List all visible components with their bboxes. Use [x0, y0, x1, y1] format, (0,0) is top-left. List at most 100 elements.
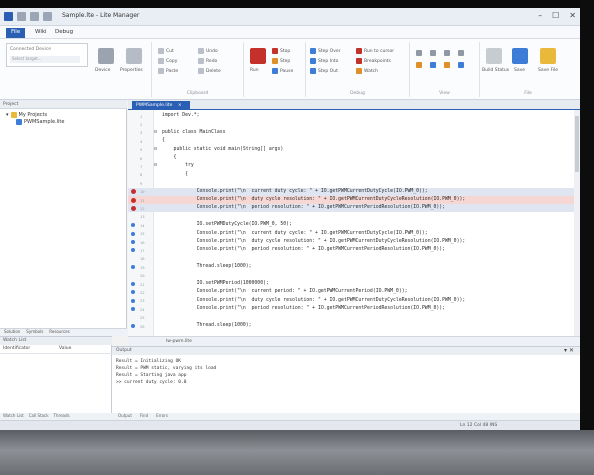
redo-button[interactable]: Redo	[198, 58, 217, 64]
tab-resources[interactable]: Resources	[49, 329, 69, 336]
device-button[interactable]: Device	[95, 68, 110, 73]
stop-button[interactable]: Stop	[272, 48, 290, 54]
code-line[interactable]: 10 Console.print("\n current duty cycle:…	[128, 187, 580, 196]
code-line[interactable]: 6 {	[128, 154, 580, 162]
column-value[interactable]: Value	[56, 346, 112, 353]
code-line[interactable]: ⊟ 5 public static void main(String[] args…	[128, 146, 580, 154]
cut-button[interactable]: Cut	[158, 48, 174, 54]
editor-scrollbar[interactable]	[574, 110, 580, 336]
bookmark-marker-icon[interactable]	[131, 248, 135, 253]
open-file-icon[interactable]	[30, 12, 39, 21]
code-line[interactable]: 19 Thread.sleep(1000);	[128, 263, 580, 271]
properties-icon[interactable]	[126, 48, 142, 64]
bookmark-icon[interactable]	[444, 62, 450, 68]
bookmark-marker-icon[interactable]	[131, 223, 135, 228]
copy-button[interactable]: Copy	[158, 58, 177, 64]
code-line[interactable]: 13	[128, 213, 580, 221]
expand-icon[interactable]: ▾	[6, 112, 9, 118]
save-button[interactable]: Save	[514, 68, 525, 73]
code-line[interactable]: 1 import Dev.*;	[128, 112, 580, 120]
tab-debug[interactable]: Debug	[50, 28, 78, 38]
save-large-icon[interactable]	[512, 48, 528, 64]
code-line[interactable]: ⊟ 3 public class MainClass	[128, 129, 580, 137]
paste-button[interactable]: Paste	[158, 68, 178, 74]
save-icon[interactable]	[43, 12, 52, 21]
code-line[interactable]: 14 IO.setPWMDutyCycle(IO.PWM_0, 50);	[128, 221, 580, 229]
panel-icon[interactable]	[458, 50, 464, 56]
delete-button[interactable]: Delete	[198, 68, 221, 74]
code-area[interactable]: 1 import Dev.*; 2 ⊟ 3 public class MainClass 4…	[128, 110, 580, 336]
tab-solution[interactable]: Solution	[4, 329, 20, 336]
split-icon[interactable]	[430, 50, 436, 56]
fold-icon[interactable]: ⊟	[154, 146, 157, 152]
breakpoint-icon[interactable]	[131, 205, 136, 211]
editor-tab-active[interactable]: PWMSample.lite ×	[132, 101, 190, 110]
watch-button[interactable]: Watch	[356, 68, 378, 74]
run-to-cursor-button[interactable]: Run to cursor	[356, 48, 394, 54]
code-line[interactable]: 9	[128, 179, 580, 187]
code-line[interactable]: 23 Console.print("\n duty cycle resoluti…	[128, 297, 580, 305]
bookmark-marker-icon[interactable]	[131, 265, 135, 270]
code-line[interactable]: 15 Console.print("\n current duty cycle:…	[128, 230, 580, 238]
minimize-button[interactable]: –	[538, 11, 542, 20]
step-button[interactable]: Step	[272, 58, 290, 64]
code-line[interactable]: 16 Console.print("\n duty cycle resoluti…	[128, 238, 580, 246]
tree-item-file[interactable]: PWMSample.lite	[16, 119, 64, 125]
save-file-button[interactable]: Save File	[538, 68, 558, 73]
window-icon[interactable]	[444, 50, 450, 56]
pause-button[interactable]: Pause	[272, 68, 293, 74]
code-line[interactable]: 17 Console.print("\n period resolution: …	[128, 246, 580, 254]
step-into-button[interactable]: Step Into	[310, 58, 338, 64]
code-line[interactable]: 24 Console.print("\n period resolution: …	[128, 305, 580, 313]
fold-icon[interactable]: ⊟	[154, 162, 157, 168]
tab-second-file[interactable]: lw-pwm.lite	[166, 339, 192, 344]
code-line[interactable]: 21 IO.setPWMPeriod(1000000);	[128, 280, 580, 288]
device-value[interactable]: Select target...	[10, 56, 80, 63]
highlight-icon[interactable]	[416, 62, 422, 68]
breakpoint-icon[interactable]	[131, 189, 136, 195]
build-status-icon[interactable]	[486, 48, 502, 64]
code-line[interactable]: 8 {	[128, 171, 580, 179]
pane-pin-icon[interactable]: ▾ ✕	[564, 347, 574, 354]
properties-button[interactable]: Properties	[120, 68, 143, 73]
code-line[interactable]: 18	[128, 255, 580, 263]
code-line[interactable]: 12 Console.print("\n period resolution: …	[128, 204, 580, 213]
bookmark-marker-icon[interactable]	[131, 324, 135, 328]
step-out-button[interactable]: Step Out	[310, 68, 338, 74]
breakpoint-icon[interactable]	[131, 197, 136, 203]
maximize-button[interactable]: ☐	[552, 11, 559, 20]
layout-icon[interactable]	[416, 50, 422, 56]
code-line[interactable]: 4{	[128, 137, 580, 145]
column-identificator[interactable]: Identificator	[0, 346, 56, 353]
find-icon[interactable]	[458, 62, 464, 68]
code-line[interactable]: 22 Console.print("\n current period: " +…	[128, 288, 580, 296]
tab-file[interactable]: File	[6, 28, 26, 38]
bookmark-marker-icon[interactable]	[131, 282, 135, 286]
device-selector[interactable]: Connected Device Select target...	[6, 43, 88, 67]
bookmark-marker-icon[interactable]	[131, 307, 135, 312]
tree-item-root[interactable]: ▾ My Projects	[6, 112, 47, 118]
zoom-icon[interactable]	[430, 62, 436, 68]
fold-icon[interactable]: ⊟	[154, 129, 157, 135]
tab-symbols[interactable]: Symbols	[26, 329, 43, 336]
bookmark-marker-icon[interactable]	[131, 240, 135, 244]
breakpoints-button[interactable]: Breakpoints	[356, 58, 391, 64]
device-icon[interactable]	[98, 48, 114, 64]
run-icon[interactable]	[250, 48, 266, 64]
close-tab-icon[interactable]: ×	[178, 103, 182, 108]
close-button[interactable]: ✕	[569, 11, 576, 20]
undo-button[interactable]: Undo	[198, 48, 218, 54]
run-button[interactable]: Run	[250, 68, 259, 73]
bookmark-marker-icon[interactable]	[131, 298, 135, 303]
scrollbar-thumb[interactable]	[575, 116, 579, 172]
code-line[interactable]: 20	[128, 272, 580, 280]
code-line[interactable]: 11 Console.print("\n duty cycle resoluti…	[128, 196, 580, 204]
code-line[interactable]: 2	[128, 120, 580, 128]
bookmark-marker-icon[interactable]	[131, 231, 135, 236]
save-file-icon[interactable]	[540, 48, 556, 64]
code-line[interactable]: 25	[128, 314, 580, 322]
build-status-button[interactable]: Build Status	[482, 68, 509, 73]
code-line[interactable]: 26 Thread.sleep(1000);	[128, 322, 580, 330]
code-line[interactable]: ⊟ 7 try	[128, 162, 580, 170]
new-file-icon[interactable]	[17, 12, 26, 21]
